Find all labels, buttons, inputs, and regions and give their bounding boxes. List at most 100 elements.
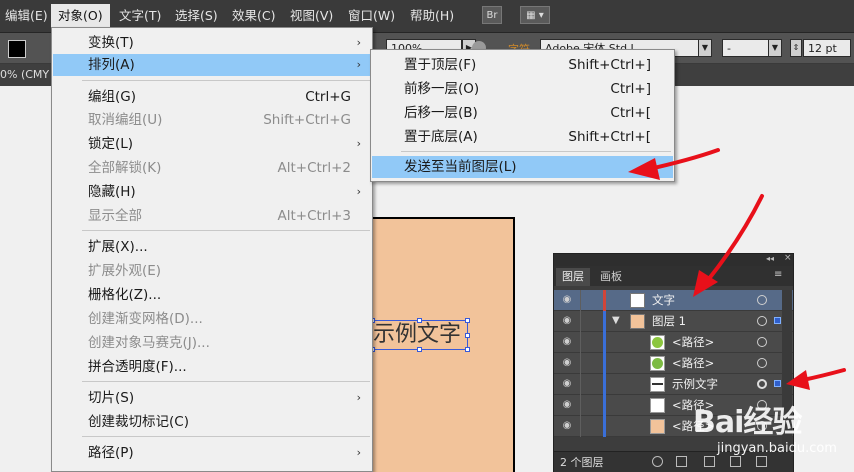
target-icon[interactable] bbox=[757, 295, 767, 305]
menu-window[interactable]: 窗口(W) bbox=[346, 7, 397, 25]
green-circle-icon bbox=[652, 358, 663, 369]
submenu-item-send-backward[interactable]: 后移一层(B) Ctrl+[ bbox=[372, 102, 673, 124]
menu-view[interactable]: 视图(V) bbox=[288, 7, 335, 25]
menu-item-hide[interactable]: 隐藏(H) › bbox=[53, 181, 371, 203]
locate-object-icon[interactable] bbox=[652, 456, 663, 467]
workspace-icon[interactable]: ▦ ▾ bbox=[520, 6, 550, 24]
selection-handle[interactable] bbox=[465, 333, 470, 338]
eye-icon[interactable]: ◉ bbox=[560, 315, 574, 327]
font-size-field[interactable]: 12 pt bbox=[803, 39, 851, 57]
clipping-mask-icon[interactable] bbox=[676, 456, 687, 467]
row-divider bbox=[580, 353, 581, 374]
target-icon[interactable] bbox=[757, 358, 767, 368]
row-divider bbox=[580, 416, 581, 437]
menu-item-expand[interactable]: 扩展(X)... bbox=[53, 236, 371, 258]
selection-handle[interactable] bbox=[417, 347, 422, 352]
menu-edit[interactable]: 编辑(E) bbox=[3, 7, 50, 25]
menu-item-flatten-transparency[interactable]: 拼合透明度(F)... bbox=[53, 356, 371, 378]
menu-item-transform[interactable]: 变换(T) › bbox=[53, 32, 371, 54]
layer-thumbnail bbox=[630, 293, 645, 308]
font-family-dropdown[interactable]: ▼ bbox=[698, 39, 712, 57]
menu-item-path[interactable]: 路径(P) › bbox=[53, 442, 371, 464]
submenu-item-bring-to-front[interactable]: 置于顶层(F) Shift+Ctrl+] bbox=[372, 54, 673, 76]
menu-help[interactable]: 帮助(H) bbox=[408, 7, 456, 25]
panel-header[interactable]: ◂◂ × bbox=[554, 253, 793, 266]
font-style-dropdown[interactable]: ▼ bbox=[768, 39, 782, 57]
menu-item-arrange[interactable]: 排列(A) › bbox=[53, 54, 371, 76]
menu-separator bbox=[82, 436, 370, 437]
menu-object[interactable]: 对象(O) bbox=[51, 4, 110, 28]
expand-triangle-icon[interactable]: ▼ bbox=[612, 315, 620, 326]
layer-color-swatch bbox=[603, 374, 606, 395]
target-icon[interactable] bbox=[757, 337, 767, 347]
layer-row-path[interactable]: ◉ <路径> bbox=[554, 332, 793, 353]
row-divider bbox=[580, 395, 581, 416]
layer-color-swatch bbox=[603, 332, 606, 353]
submenu-arrow-icon: › bbox=[356, 446, 361, 459]
selection-bounding-box[interactable] bbox=[372, 320, 468, 350]
selection-handle[interactable] bbox=[465, 347, 470, 352]
layer-row-text[interactable]: ◉ 文字 bbox=[554, 290, 793, 311]
menu-item-lock[interactable]: 锁定(L) › bbox=[53, 133, 371, 155]
submenu-item-bring-forward[interactable]: 前移一层(O) Ctrl+] bbox=[372, 78, 673, 100]
font-size-stepper[interactable]: ⇕ bbox=[790, 39, 802, 57]
target-icon[interactable] bbox=[757, 379, 767, 389]
menu-item-unlock-all[interactable]: 全部解锁(K) Alt+Ctrl+2 bbox=[53, 157, 371, 179]
panel-menu-icon[interactable]: ≡ bbox=[774, 269, 782, 280]
menu-separator bbox=[401, 151, 671, 152]
menu-item-ungroup[interactable]: 取消编组(U) Shift+Ctrl+G bbox=[53, 109, 371, 131]
selection-handle[interactable] bbox=[417, 318, 422, 323]
watermark-site: jingyan.baidu.com bbox=[717, 441, 837, 456]
arrange-submenu: 置于顶层(F) Shift+Ctrl+] 前移一层(O) Ctrl+] 后移一层… bbox=[370, 49, 675, 182]
eye-icon[interactable]: ◉ bbox=[560, 336, 574, 348]
close-icon[interactable]: × bbox=[784, 253, 792, 263]
path-thumbnail bbox=[650, 356, 665, 371]
row-divider bbox=[580, 332, 581, 353]
tab-artboards[interactable]: 画板 bbox=[594, 268, 628, 286]
submenu-arrow-icon: › bbox=[356, 185, 361, 198]
submenu-arrow-icon: › bbox=[356, 137, 361, 150]
menu-separator bbox=[82, 381, 370, 382]
menu-item-group[interactable]: 编组(G) Ctrl+G bbox=[53, 86, 371, 108]
menu-item-show-all[interactable]: 显示全部 Alt+Ctrl+3 bbox=[53, 205, 371, 227]
menu-separator bbox=[82, 80, 370, 81]
menu-item-gradient-mesh[interactable]: 创建渐变网格(D)... bbox=[53, 308, 371, 330]
selection-handle[interactable] bbox=[465, 318, 470, 323]
bridge-icon[interactable]: Br bbox=[482, 6, 502, 24]
eye-icon[interactable]: ◉ bbox=[560, 399, 574, 411]
baidu-watermark: Bai经验 jingyan.baidu.com bbox=[693, 397, 853, 467]
menu-item-object-mosaic[interactable]: 创建对象马赛克(J)... bbox=[53, 332, 371, 354]
collapse-icon[interactable]: ◂◂ bbox=[766, 254, 774, 263]
fill-swatch[interactable] bbox=[8, 40, 26, 58]
layer-count: 2 个图层 bbox=[560, 456, 604, 469]
layer-row-path[interactable]: ◉ <路径> bbox=[554, 353, 793, 374]
layer-row-sample-text[interactable]: ◉ 示例文字 bbox=[554, 374, 793, 395]
selection-indicator[interactable] bbox=[774, 317, 781, 324]
layer-color-swatch bbox=[603, 416, 606, 437]
submenu-arrow-icon: › bbox=[356, 36, 361, 49]
eye-icon[interactable]: ◉ bbox=[560, 357, 574, 369]
eye-icon[interactable]: ◉ bbox=[560, 378, 574, 390]
menu-item-crop-marks[interactable]: 创建裁切标记(C) bbox=[53, 411, 371, 433]
selection-indicator[interactable] bbox=[774, 380, 781, 387]
document-tab[interactable]: 0% (CMY bbox=[0, 68, 49, 81]
tab-layers[interactable]: 图层 bbox=[556, 268, 590, 286]
eye-icon[interactable]: ◉ bbox=[560, 420, 574, 432]
menu-effect[interactable]: 效果(C) bbox=[230, 7, 277, 25]
menu-select[interactable]: 选择(S) bbox=[173, 7, 220, 25]
font-style-field[interactable]: - bbox=[722, 39, 770, 57]
menu-item-rasterize[interactable]: 栅格化(Z)... bbox=[53, 284, 371, 306]
layer-row-layer1[interactable]: ◉ ▼ 图层 1 bbox=[554, 311, 793, 332]
eye-icon[interactable]: ◉ bbox=[560, 294, 574, 306]
layer-color-swatch bbox=[603, 353, 606, 374]
layer-thumbnail bbox=[630, 314, 645, 329]
submenu-item-send-to-current-layer[interactable]: 发送至当前图层(L) bbox=[372, 156, 673, 178]
submenu-item-send-to-back[interactable]: 置于底层(A) Shift+Ctrl+[ bbox=[372, 126, 673, 148]
target-icon[interactable] bbox=[757, 316, 767, 326]
menu-item-expand-appearance[interactable]: 扩展外观(E) bbox=[53, 260, 371, 282]
menu-type[interactable]: 文字(T) bbox=[117, 7, 163, 25]
menu-separator bbox=[82, 230, 370, 231]
object-menu: 变换(T) › 排列(A) › 编组(G) Ctrl+G 取消编组(U) Shi… bbox=[51, 27, 373, 472]
green-circle-icon bbox=[652, 337, 663, 348]
menu-item-slice[interactable]: 切片(S) › bbox=[53, 387, 371, 409]
